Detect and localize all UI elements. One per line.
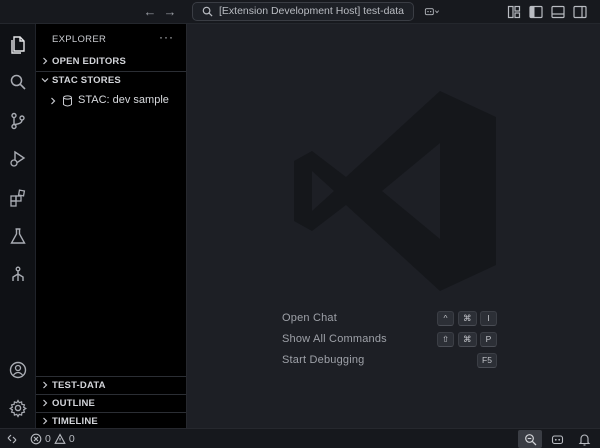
customize-layout-icon[interactable] xyxy=(506,4,522,20)
stac-store-item[interactable]: STAC: dev sample xyxy=(36,91,186,111)
copilot-icon[interactable] xyxy=(545,430,569,448)
vscode-logo-watermark xyxy=(294,91,496,291)
sidebar-title: EXPLORER xyxy=(52,34,107,45)
database-icon xyxy=(63,95,72,107)
section-stac-stores[interactable]: STAC STORES xyxy=(36,71,186,89)
warning-count: 0 xyxy=(68,433,75,445)
forward-arrow-icon[interactable]: → xyxy=(162,4,178,20)
section-test-data[interactable]: TEST-DATA xyxy=(36,376,186,394)
activity-bar xyxy=(0,24,36,428)
run-debug-icon[interactable] xyxy=(4,145,32,173)
extensions-icon[interactable] xyxy=(4,184,32,212)
shortcut-key: I xyxy=(480,311,497,326)
hint-start-debugging: Start Debugging F5 xyxy=(282,353,502,369)
hint-label: Open Chat xyxy=(282,312,338,324)
section-label: OUTLINE xyxy=(52,398,96,409)
more-actions-icon[interactable]: ··· xyxy=(159,30,174,44)
beaker-icon[interactable] xyxy=(4,222,32,250)
search-icon[interactable] xyxy=(4,68,32,96)
account-icon[interactable] xyxy=(4,356,32,384)
chevron-right-icon xyxy=(43,417,48,425)
copilot-chat-icon[interactable] xyxy=(424,4,448,20)
chevron-right-icon xyxy=(51,97,56,105)
error-count: 0 xyxy=(45,433,51,445)
section-outline[interactable]: OUTLINE xyxy=(36,394,186,412)
chevron-down-icon xyxy=(41,78,49,83)
toggle-panel-icon[interactable] xyxy=(550,4,566,20)
gear-icon[interactable] xyxy=(4,394,32,422)
toggle-primary-sidebar-icon[interactable] xyxy=(528,4,544,20)
chevron-right-icon xyxy=(43,381,48,389)
section-label: TIMELINE xyxy=(52,416,98,427)
hint-show-all-commands: Show All Commands ⇧ ⌘ P xyxy=(282,332,502,348)
error-icon xyxy=(30,433,42,445)
remote-icon xyxy=(7,434,17,443)
shortcut-key: ⇧ xyxy=(437,332,455,347)
shortcut-key: ⌘ xyxy=(458,332,477,347)
title-bar: ← → [Extension Development Host] test-da… xyxy=(0,0,600,24)
section-open-editors[interactable]: OPEN EDITORS xyxy=(36,53,186,71)
bell-icon[interactable] xyxy=(572,430,596,448)
shortcut-key: P xyxy=(480,332,497,347)
editor-area: Open Chat ^ ⌘ I Show All Commands ⇧ ⌘ P … xyxy=(187,24,600,428)
remote-indicator[interactable] xyxy=(0,429,24,448)
back-arrow-icon[interactable]: ← xyxy=(142,4,158,20)
hint-label: Show All Commands xyxy=(282,333,387,345)
toggle-secondary-sidebar-icon[interactable] xyxy=(572,4,588,20)
hint-label: Start Debugging xyxy=(282,354,365,366)
files-icon[interactable] xyxy=(4,30,32,58)
status-bar: 0 0 xyxy=(0,428,600,448)
command-center-label: [Extension Development Host] test-data xyxy=(219,5,405,17)
stac-store-label: STAC: dev sample xyxy=(78,94,169,106)
shortcut-key: ^ xyxy=(437,311,454,326)
chevron-right-icon xyxy=(43,399,48,407)
search-icon xyxy=(202,6,213,17)
section-label: TEST-DATA xyxy=(52,380,106,391)
zoom-icon[interactable] xyxy=(518,430,542,448)
shortcut-key: F5 xyxy=(477,353,497,368)
chevron-right-icon xyxy=(43,57,48,65)
shortcut-key: ⌘ xyxy=(458,311,477,326)
section-label: OPEN EDITORS xyxy=(52,56,127,67)
warning-icon xyxy=(54,433,66,444)
explorer-sidebar: EXPLORER ··· OPEN EDITORS STAC STORES ST… xyxy=(36,24,187,428)
hint-open-chat: Open Chat ^ ⌘ I xyxy=(282,311,502,327)
command-center[interactable]: [Extension Development Host] test-data xyxy=(192,2,414,21)
section-label: STAC STORES xyxy=(52,75,121,86)
source-control-icon[interactable] xyxy=(4,107,32,135)
tree-icon[interactable] xyxy=(4,261,32,289)
problems-indicator[interactable]: 0 0 xyxy=(30,432,75,446)
